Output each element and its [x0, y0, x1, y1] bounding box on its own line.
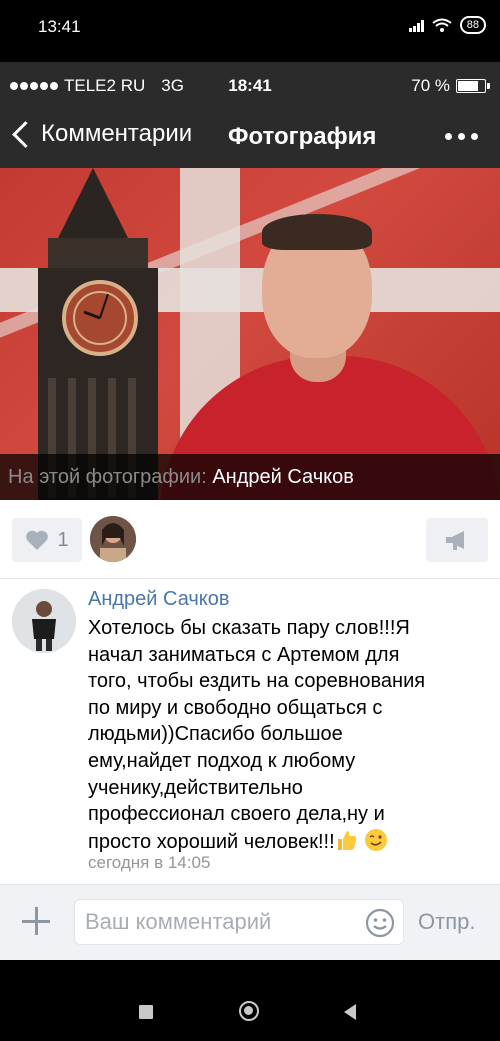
- comment-text: Хотелось бы сказать пару слов!!!Я начал …: [88, 615, 488, 855]
- like-count: 1: [57, 528, 69, 551]
- plus-icon[interactable]: [22, 907, 50, 935]
- comment-author[interactable]: Андрей Сачков: [88, 588, 230, 611]
- battery-percent: 70 %: [411, 76, 450, 95]
- square-icon[interactable]: [139, 1005, 153, 1019]
- megaphone-icon: [446, 531, 464, 550]
- navigation-bar: Комментарии Фотография: [0, 108, 500, 168]
- avatar[interactable]: [12, 589, 76, 653]
- comment: Андрей Сачков Хотелось бы сказать пару с…: [0, 579, 500, 884]
- liker-avatar[interactable]: [90, 516, 136, 562]
- share-button[interactable]: [426, 518, 488, 562]
- send-button[interactable]: Отпр.: [418, 909, 475, 935]
- ios-battery: 70 %: [411, 76, 490, 96]
- heart-icon: [26, 530, 49, 550]
- home-icon[interactable]: [239, 1001, 259, 1021]
- more-icon[interactable]: [445, 133, 478, 140]
- comment-input-bar: Отпр.: [0, 884, 500, 961]
- big-ben-illustration: [38, 168, 158, 500]
- page-title: Фотография: [228, 123, 377, 150]
- likes-row: 1: [0, 500, 500, 579]
- wifi-icon: [432, 18, 452, 32]
- photo-caption: На этой фотографии: Андрей Сачков: [0, 454, 500, 500]
- back-button[interactable]: Комментарии: [10, 120, 192, 148]
- back-label: Комментарии: [41, 120, 193, 147]
- photo[interactable]: На этой фотографии: Андрей Сачков: [0, 168, 500, 500]
- comment-input[interactable]: [75, 900, 365, 944]
- thumbs-up-emoji: [337, 830, 356, 850]
- battery-level-fill: [458, 81, 478, 91]
- comment-timestamp: сегодня в 14:05: [88, 853, 211, 872]
- android-status-bar: 13:41 88: [0, 0, 500, 62]
- battery-icon: [456, 79, 490, 93]
- triangle-back-icon[interactable]: [344, 1004, 356, 1020]
- wink-emoji: [365, 828, 388, 851]
- signal-icon: [408, 18, 424, 32]
- android-navigation-bar: [0, 960, 500, 1041]
- android-clock: 13:41: [38, 17, 81, 36]
- comment-body: Хотелось бы сказать пару слов!!!Я начал …: [88, 617, 426, 853]
- ios-status-bar: TELE2 RU 3G 18:41 70 %: [0, 62, 500, 108]
- android-status-icons: 88: [408, 16, 486, 34]
- like-button[interactable]: 1: [12, 518, 82, 562]
- tagged-person-name[interactable]: Андрей Сачков: [212, 466, 354, 488]
- comment-input-field: [74, 899, 404, 945]
- smile-icon[interactable]: [365, 908, 395, 938]
- caption-prefix: На этой фотографии:: [8, 466, 207, 488]
- android-battery-icon: 88: [459, 16, 486, 34]
- back-chevron-icon: [12, 120, 39, 148]
- screenshot-screen: TELE2 RU 3G 18:41 70 % Комментарии Фотог…: [0, 62, 500, 961]
